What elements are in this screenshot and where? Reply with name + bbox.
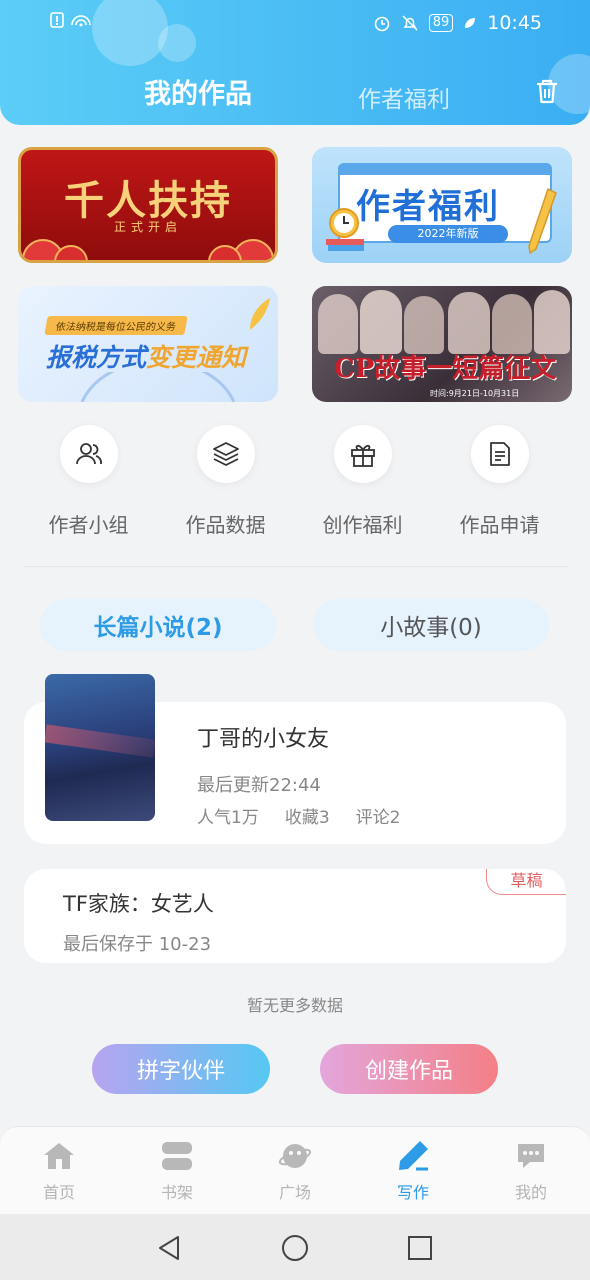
tab-my-works[interactable]: 我的作品 — [144, 72, 252, 111]
tab-mine[interactable]: 我的 — [472, 1139, 590, 1203]
quick-creation-benefits[interactable]: 创作福利 — [294, 425, 431, 538]
battery-indicator: 89 — [428, 14, 454, 32]
alarm-icon — [374, 16, 389, 32]
clock-book-icon — [326, 208, 364, 251]
system-nav-bar — [0, 1214, 590, 1280]
banner-title: 报税方式变更通知 — [46, 338, 246, 374]
stat-popularity: 人气1万 — [197, 808, 259, 828]
wifi-icon — [71, 15, 91, 27]
draft-saved-time: 最后保存于 10-23 — [63, 934, 212, 955]
clock: 10:45 — [487, 12, 542, 34]
tab-square[interactable]: 广场 — [236, 1139, 354, 1203]
trash-icon[interactable] — [532, 76, 562, 106]
document-icon — [489, 442, 510, 466]
tab-label: 写作 — [396, 1183, 429, 1202]
bookshelf-icon — [162, 1142, 192, 1170]
banner-tax-notice[interactable]: 依法纳税是每位公民的义务 报税方式变更通知 — [18, 286, 278, 402]
banner-subtitle: 2022年新版 — [388, 225, 508, 243]
quick-label: 作者小组 — [48, 513, 129, 537]
banner-title: 作者福利 — [356, 187, 500, 227]
no-more-data: 暂无更多数据 — [246, 996, 343, 1015]
quick-author-group[interactable]: 作者小组 — [20, 425, 157, 538]
stat-favorites: 收藏3 — [284, 808, 330, 828]
quick-actions: 作者小组 作品数据 创作福利 作品申请 — [0, 425, 590, 545]
bottom-tab-bar: 首页 书架 广场 写作 我的 — [0, 1126, 590, 1214]
recent-apps-icon[interactable] — [407, 1235, 433, 1261]
banner-title-part-b: 变更通知 — [146, 343, 247, 372]
home-icon — [44, 1143, 74, 1169]
stat-comments: 评论2 — [355, 808, 401, 828]
author-group-icon — [75, 443, 102, 465]
work-stats: 人气1万 收藏3 评论2 — [197, 803, 400, 828]
tab-home[interactable]: 首页 — [0, 1139, 118, 1203]
draft-badge: 草稿 — [486, 869, 566, 895]
chat-icon — [518, 1144, 544, 1168]
mute-icon — [402, 15, 418, 31]
back-icon[interactable] — [156, 1234, 182, 1262]
work-updated: 最后更新22:44 — [197, 775, 321, 796]
status-bar: 89 10:45 — [0, 0, 590, 46]
cloud-pattern-decoration — [22, 239, 274, 260]
tab-author-benefits[interactable]: 作者福利 — [358, 80, 450, 114]
banner-title-part-a: 报税方式 — [46, 343, 147, 372]
feather-decoration — [250, 298, 270, 330]
banner-title: CP故事一短篇征文 — [334, 354, 557, 384]
planet-icon — [278, 1144, 312, 1168]
quick-work-application[interactable]: 作品申请 — [431, 425, 568, 538]
tab-bookshelf[interactable]: 书架 — [118, 1139, 236, 1203]
create-work-button[interactable]: 创建作品 — [320, 1044, 498, 1094]
leaf-icon — [465, 18, 476, 28]
segment-long-novels[interactable]: 长篇小说(2) — [40, 599, 276, 651]
tab-label: 我的 — [514, 1183, 547, 1202]
header: 89 10:45 我的作品 作者福利 — [0, 0, 590, 125]
dial-decoration — [80, 372, 236, 402]
alert-icon — [50, 12, 64, 28]
banner-qianren-fuchi[interactable]: 千人扶持 正式开启 — [18, 147, 278, 263]
banner-window-bar — [338, 163, 552, 175]
pinzi-partner-button[interactable]: 拼字伙伴 — [92, 1044, 270, 1094]
quick-work-data[interactable]: 作品数据 — [157, 425, 294, 538]
banner-kicker: 依法纳税是每位公民的义务 — [44, 316, 188, 335]
banner-date: 时间:9月21日-10月31日 — [430, 389, 520, 398]
quick-label: 创作福利 — [322, 513, 403, 537]
draft-title[interactable]: TF家族：女艺人 — [63, 888, 214, 918]
banner-cp-story-contest[interactable]: CP故事一短篇征文 时间:9月21日-10月31日 — [312, 286, 572, 402]
tab-label: 广场 — [278, 1183, 311, 1202]
home-circle-icon[interactable] — [281, 1234, 309, 1262]
tab-label: 首页 — [42, 1183, 75, 1202]
segment-short-stories[interactable]: 小故事(0) — [313, 599, 549, 651]
work-title[interactable]: 丁哥的小女友 — [197, 721, 329, 753]
quick-label: 作品数据 — [185, 513, 266, 537]
quick-label: 作品申请 — [459, 513, 540, 537]
tab-writing[interactable]: 写作 — [354, 1139, 472, 1203]
pen-icon — [399, 1141, 428, 1171]
layers-icon — [212, 442, 239, 466]
divider — [24, 566, 568, 567]
tab-label: 书架 — [160, 1183, 193, 1202]
gift-icon — [350, 444, 375, 467]
pencil-icon — [528, 187, 557, 255]
banner-author-benefits[interactable]: 作者福利 2022年新版 — [312, 147, 572, 263]
book-cover[interactable] — [45, 674, 155, 821]
